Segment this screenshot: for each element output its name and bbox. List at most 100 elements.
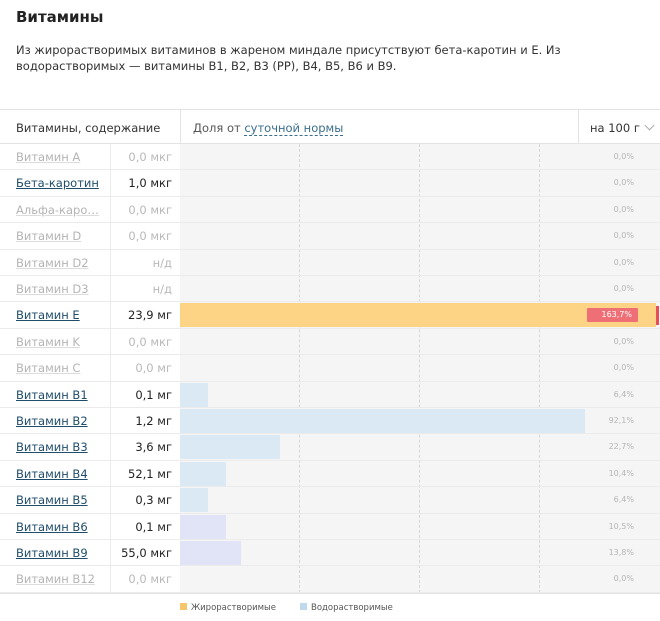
unit-divider — [578, 110, 579, 144]
table-row: Витамин B1 0,1 мг 6,4% — [0, 381, 660, 408]
vitamin-share-percent: 0,0% — [613, 574, 634, 584]
vitamin-share-percent: 0,0% — [613, 178, 634, 188]
legend-water: Водорастворимые — [300, 603, 393, 613]
vitamin-amount: 0,0 мкг — [128, 572, 172, 587]
table-row: Витамин D 0,0 мкг 0,0% — [0, 223, 660, 250]
vitamin-name-link[interactable]: Витамин D2 — [16, 256, 108, 270]
table-row: Витамин B3 3,6 мг 22,7% — [0, 434, 660, 461]
vitamin-amount: 1,0 мкг — [128, 176, 172, 191]
cell-divider — [110, 434, 111, 461]
unit-dropdown[interactable]: на 100 г — [590, 120, 655, 135]
vitamin-amount: 23,9 мг — [128, 308, 172, 323]
table-row: Витамин C 0,0 мг 0,0% — [0, 355, 660, 382]
vitamin-name-link[interactable]: Витамин B9 — [16, 546, 108, 560]
table-row: Витамин A 0,0 мкг 0,0% — [0, 144, 660, 171]
vitamin-name-link[interactable]: Витамин C — [16, 361, 108, 375]
vitamin-share-bar — [180, 541, 241, 565]
vitamin-share-percent: 0,0% — [613, 231, 634, 241]
vitamin-name-link[interactable]: Витамин B2 — [16, 414, 108, 428]
vitamin-amount: 0,0 мкг — [128, 150, 172, 164]
cell-divider — [110, 302, 111, 329]
vitamin-share-percent: 10,5% — [608, 521, 634, 531]
vitamin-amount: 0,1 мг — [135, 519, 172, 534]
table-row: Витамин D3 н/д 0,0% — [0, 276, 660, 303]
vitamin-share-bar — [180, 514, 227, 539]
cell-divider — [110, 513, 111, 540]
table-row: Витамин B2 1,2 мг 92,1% — [0, 408, 660, 435]
vitamin-share-percent: 0,0% — [613, 152, 634, 161]
vitamin-share-percent: 0,0% — [613, 363, 634, 373]
cell-divider — [110, 381, 111, 408]
column-header-vitamins: Витамины, содержание — [16, 121, 161, 135]
vitamin-name-link[interactable]: Витамин D — [16, 229, 108, 243]
cell-divider — [110, 408, 111, 435]
vitamin-amount: 3,6 мг — [135, 440, 172, 455]
vitamin-share-bar — [180, 382, 209, 407]
vitamin-amount: н/д — [152, 255, 172, 270]
vitamin-name-link[interactable]: Витамин B5 — [16, 493, 108, 507]
overflow-marker — [656, 306, 659, 326]
table-row: Витамин E 23,9 мг 163,7% — [0, 302, 660, 329]
vitamin-name-link[interactable]: Витамин B6 — [16, 520, 108, 534]
cell-divider — [110, 460, 111, 488]
vitamin-amount: 52,1 мг — [128, 466, 172, 481]
vitamin-amount: 0,3 мг — [135, 493, 172, 508]
table-row: Витамин D2 н/д 0,0% — [0, 249, 660, 276]
vitamin-name-link[interactable]: Витамин E — [16, 308, 108, 322]
vitamin-share-bar — [180, 461, 226, 486]
cell-divider — [110, 540, 111, 567]
vitamin-share-percent: 0,0% — [613, 336, 634, 346]
vitamin-amount: 0,1 мг — [135, 387, 172, 402]
vitamin-name-link[interactable]: Витамин B3 — [16, 440, 108, 454]
table-top-divider — [0, 109, 660, 110]
vitamin-share-percent: 13,8% — [608, 548, 634, 557]
vitamin-name-link[interactable]: Витамин A — [16, 150, 108, 164]
vitamin-name-link[interactable]: Витамин B1 — [16, 388, 108, 402]
table-row: Бета-каротин 1,0 мкг 0,0% — [0, 170, 660, 197]
vitamin-amount: 1,2 мг — [135, 414, 172, 428]
column-header-share: Доля от суточной нормы — [193, 121, 344, 136]
table-row: Витамин B9 55,0 мкг 13,8% — [0, 540, 660, 567]
vitamin-share-percent: 6,4% — [613, 389, 634, 399]
cell-divider — [110, 196, 111, 224]
legend-fat-swatch — [180, 603, 187, 610]
vitamin-name-link[interactable]: Бета-каротин — [16, 176, 108, 190]
vitamin-name-link[interactable]: Витамин D3 — [16, 282, 108, 296]
vitamin-name-link[interactable]: Витамин B4 — [16, 467, 108, 481]
vitamin-share-percent: 22,7% — [608, 442, 634, 452]
vitamin-share-percent: 6,4% — [613, 495, 634, 505]
table-row: Альфа-каро… 0,0 мкг 0,0% — [0, 196, 660, 224]
vitamin-share-percent: 10,4% — [608, 468, 634, 478]
legend-water-swatch — [300, 603, 307, 610]
vitamin-share-percent: 0,0% — [613, 204, 634, 214]
cell-divider — [110, 276, 111, 303]
vitamin-name-link[interactable]: Альфа-каро… — [16, 203, 108, 217]
legend-fat: Жирорастворимые — [180, 603, 276, 613]
legend-fat-label: Жирорастворимые — [191, 603, 276, 613]
daily-norm-link[interactable]: суточной нормы — [244, 121, 344, 136]
cell-divider — [110, 170, 111, 197]
vitamin-amount: 0,0 мкг — [128, 334, 172, 349]
cell-divider — [110, 355, 111, 382]
vitamin-name-link[interactable]: Витамин K — [16, 335, 108, 349]
section-description: Из жирорастворимых витаминов в жареном м… — [16, 43, 561, 73]
chevron-down-icon — [644, 120, 655, 131]
table-row: Витамин B4 52,1 мг 10,4% — [0, 460, 660, 488]
table-bottom-divider — [0, 593, 660, 594]
vitamin-amount: 0,0 мкг — [128, 202, 172, 217]
vitamin-amount: 55,0 мкг — [121, 546, 172, 560]
table-row: Витамин B12 0,0 мкг 0,0% — [0, 566, 660, 593]
vitamin-share-percent: 0,0% — [613, 257, 634, 267]
vitamin-share-bar — [180, 435, 280, 460]
cell-divider — [110, 223, 111, 250]
vitamin-amount: 0,0 мг — [135, 361, 172, 376]
vitamin-name-link[interactable]: Витамин B12 — [16, 572, 108, 586]
vitamin-share-percent: 92,1% — [608, 416, 634, 425]
cell-divider — [110, 249, 111, 276]
table-row: Витамин K 0,0 мкг 0,0% — [0, 328, 660, 356]
cell-divider — [110, 566, 111, 593]
cell-divider — [110, 328, 111, 356]
unit-dropdown-label: на 100 г — [590, 121, 640, 135]
cell-divider — [110, 487, 111, 514]
vitamin-amount: 0,0 мкг — [128, 229, 172, 244]
